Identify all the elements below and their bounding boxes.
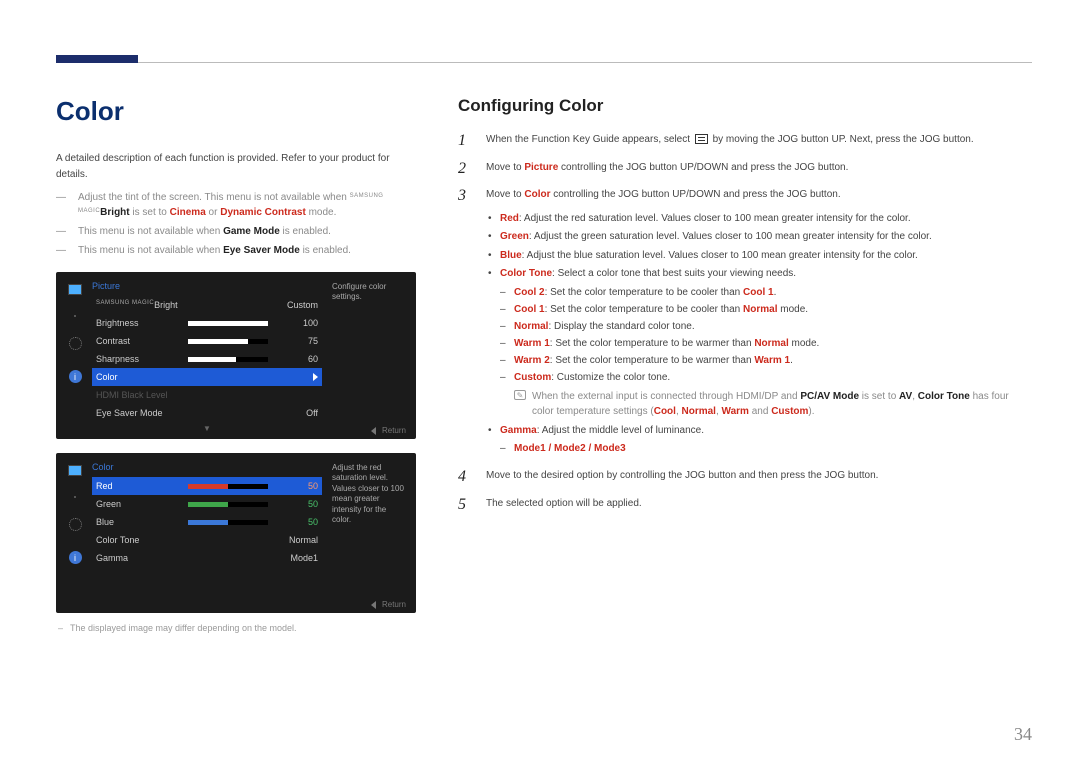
left-column: Color A detailed description of each fun… [56, 96, 416, 633]
step-3: 3 Move to Color controlling the JOG butt… [458, 187, 1032, 458]
gear-icon [69, 337, 82, 350]
osd-row-sharpness: Sharpness 60 [92, 350, 322, 368]
bullet-green: Green: Adjust the green saturation level… [486, 229, 1032, 245]
step-4: 4 Move to the desired option by controll… [458, 468, 1032, 486]
osd-row-red: Red 50 [92, 477, 322, 495]
osd-footer: Return [371, 600, 406, 609]
info-note: ✎ When the external input is connected t… [514, 389, 1032, 419]
osd-row-brightness: Brightness 100 [92, 314, 322, 332]
section-title: Configuring Color [458, 96, 1032, 116]
note-1: Adjust the tint of the screen. This menu… [56, 190, 416, 220]
monitor-icon [68, 284, 82, 295]
osd-row-color: Color [92, 368, 322, 386]
bullet-blue: Blue: Adjust the blue saturation level. … [486, 248, 1032, 264]
display-icon [74, 315, 76, 317]
sub-modes: Mode1 / Mode2 / Mode3 [500, 441, 1032, 456]
osd-row-green: Green 50 [92, 495, 322, 513]
accent-bar [56, 55, 138, 63]
osd-header: Picture [92, 278, 322, 296]
sub-cool2: Cool 2: Set the color temperature to be … [500, 285, 1032, 300]
osd-iconbar: i [62, 459, 88, 607]
osd-picture: i Picture SAMSUNG MAGICBright Custom Bri… [56, 272, 416, 439]
step-5: 5 The selected option will be applied. [458, 496, 1032, 514]
info-icon: i [69, 551, 82, 564]
osd-row-eyesaver: Eye Saver Mode Off [92, 404, 322, 422]
osd-row-blue: Blue 50 [92, 513, 322, 531]
display-icon [74, 496, 76, 498]
chevron-right-icon [313, 373, 318, 381]
monitor-icon [68, 465, 82, 476]
osd-tip: Configure color settings. [326, 278, 410, 433]
bullet-gamma: Gamma: Adjust the middle level of lumina… [486, 423, 1032, 439]
osd-row-hdmi: HDMI Black Level [92, 386, 322, 404]
page-number: 34 [1014, 724, 1032, 745]
osd-row-gamma: Gamma Mode1 [92, 549, 322, 567]
bullet-colortone: Color Tone: Select a color tone that bes… [486, 266, 1032, 282]
note-icon: ✎ [514, 390, 526, 400]
note-2: This menu is not available when Game Mod… [56, 224, 416, 239]
right-column: Configuring Color 1 When the Function Ke… [458, 96, 1032, 633]
osd-row-colortone: Color Tone Normal [92, 531, 322, 549]
sub-cool1: Cool 1: Set the color temperature to be … [500, 302, 1032, 317]
top-divider [56, 62, 1032, 63]
info-icon: i [69, 370, 82, 383]
osd-color: i Color Red 50 Green 50 Blue [56, 453, 416, 613]
gear-icon [69, 518, 82, 531]
intro-text: A detailed description of each function … [56, 151, 416, 182]
osd-row-contrast: Contrast 75 [92, 332, 322, 350]
page-title: Color [56, 96, 416, 127]
osd-iconbar: i [62, 278, 88, 433]
bullet-red: Red: Adjust the red saturation level. Va… [486, 211, 1032, 227]
menu-icon [695, 134, 708, 144]
osd-row-magic: SAMSUNG MAGICBright Custom [92, 296, 322, 314]
osd-footer: Return [371, 426, 406, 435]
osd-tip: Adjust the red saturation level. Values … [326, 459, 410, 607]
sub-warm2: Warm 2: Set the color temperature to be … [500, 353, 1032, 368]
sub-custom: Custom: Customize the color tone. [500, 370, 1032, 385]
note-3: This menu is not available when Eye Save… [56, 243, 416, 258]
sub-normal: Normal: Display the standard color tone. [500, 319, 1032, 334]
footnote: The displayed image may differ depending… [56, 623, 416, 633]
sub-warm1: Warm 1: Set the color temperature to be … [500, 336, 1032, 351]
osd-header: Color [92, 459, 322, 477]
step-1: 1 When the Function Key Guide appears, s… [458, 132, 1032, 150]
step-2: 2 Move to Picture controlling the JOG bu… [458, 160, 1032, 178]
